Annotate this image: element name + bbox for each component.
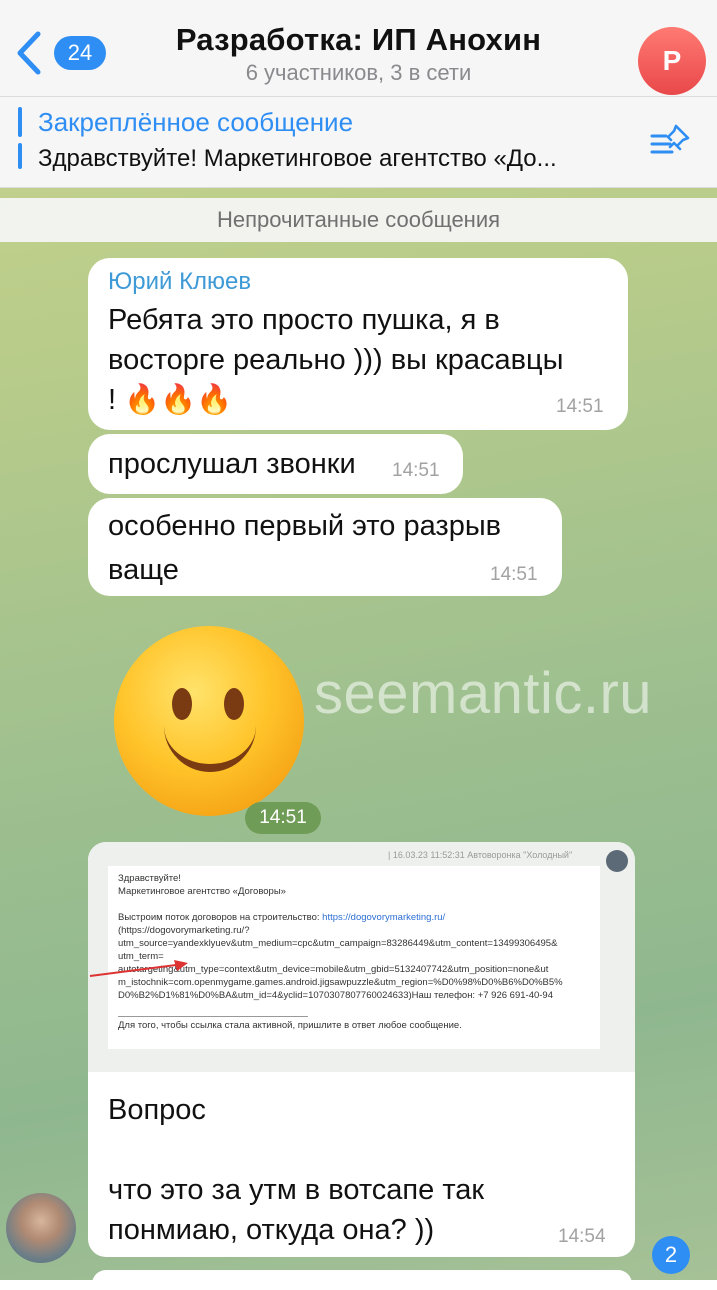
pinned-list-icon[interactable] [650,122,692,162]
doc-link: https://dogovorymarketing.ru/ [322,912,446,923]
message-text-line: что это за утм в вотсапе так [108,1174,485,1206]
doc-line: Маркетинговое агентство «Договоры» [118,886,286,897]
chat-subtitle: 6 участников, 3 в сети [245,60,472,85]
screenshot-avatar [606,850,628,872]
watermark: seemantic.ru [314,661,653,726]
unread-divider: Непрочитанные сообщения [0,198,717,242]
pinned-title: Закреплённое сообщение [38,107,354,137]
doc-line: Выстроим поток договоров на строительств… [118,912,446,923]
red-arrow-annotation [89,960,188,977]
message-time: 14:51 [490,564,538,585]
chat-title[interactable]: Разработка: ИП Анохин [0,22,717,58]
message-bubble-with-image[interactable]: | 16.03.23 11:52:31 Автоворонка "Холодны… [88,842,635,1257]
message-bubble[interactable]: Юрий Клюев Ребята это просто пушка, я в … [88,258,628,430]
screenshot-header: | 16.03.23 11:52:31 Автоворонка "Холодны… [388,850,573,860]
doc-line: D0%B2%D1%81%D0%BA&utm_id=4&yclid=1070307… [118,990,553,1001]
chat-header: 24 Разработка: ИП Анохин 6 участников, 3… [0,0,717,97]
message-bubble[interactable]: прослушал звонки 14:51 [88,434,463,494]
group-avatar[interactable]: Р [638,27,706,95]
message-text: Вопрос что это за утм в вотсапе так понм… [108,1090,608,1250]
message-sender[interactable]: Юрий Клюев [108,268,608,296]
message-text-line: Ребята это просто пушка, я в [108,304,500,336]
message-time: 14:54 [558,1226,606,1247]
message-bubble[interactable]: особенно первый это разрыв ваще 14:51 [88,498,562,596]
doc-line: Здравствуйте! [118,873,181,884]
sticker-time: 14:51 [245,802,321,834]
next-message-peek [92,1270,632,1290]
scroll-down-badge[interactable]: 2 [652,1236,690,1274]
message-text-line: ! 🔥🔥🔥 [108,384,233,416]
sticker-smile [164,704,256,772]
message-text-line: понмиаю, откуда она? )) [108,1214,435,1246]
message-text-line: ваще [108,554,179,586]
doc-line: (https://dogovorymarketing.ru/? [118,925,250,936]
message-text-line: особенно первый это разрыв [108,510,502,542]
doc-line: utm_source=yandexklyuev&utm_medium=cpc&u… [118,938,558,949]
message-text-line: Вопрос [108,1094,206,1126]
doc-line: Для того, чтобы ссылка стала активной, п… [118,1020,462,1031]
message-time: 14:51 [556,396,604,417]
smiling-face-sticker[interactable] [114,626,304,816]
attached-screenshot[interactable]: | 16.03.23 11:52:31 Автоворонка "Холодны… [88,842,635,1072]
message-text-line: восторге реально ))) вы красавцы [108,344,564,376]
pinned-text: Здравствуйте! Маркетинговое агентство «Д… [38,145,557,172]
doc-divider [118,1016,308,1017]
user-avatar[interactable] [6,1193,76,1263]
message-time: 14:51 [392,460,440,481]
pinned-message-bar[interactable]: Закреплённое сообщение Здравствуйте! Мар… [0,97,717,188]
pinned-indicator [18,107,22,175]
